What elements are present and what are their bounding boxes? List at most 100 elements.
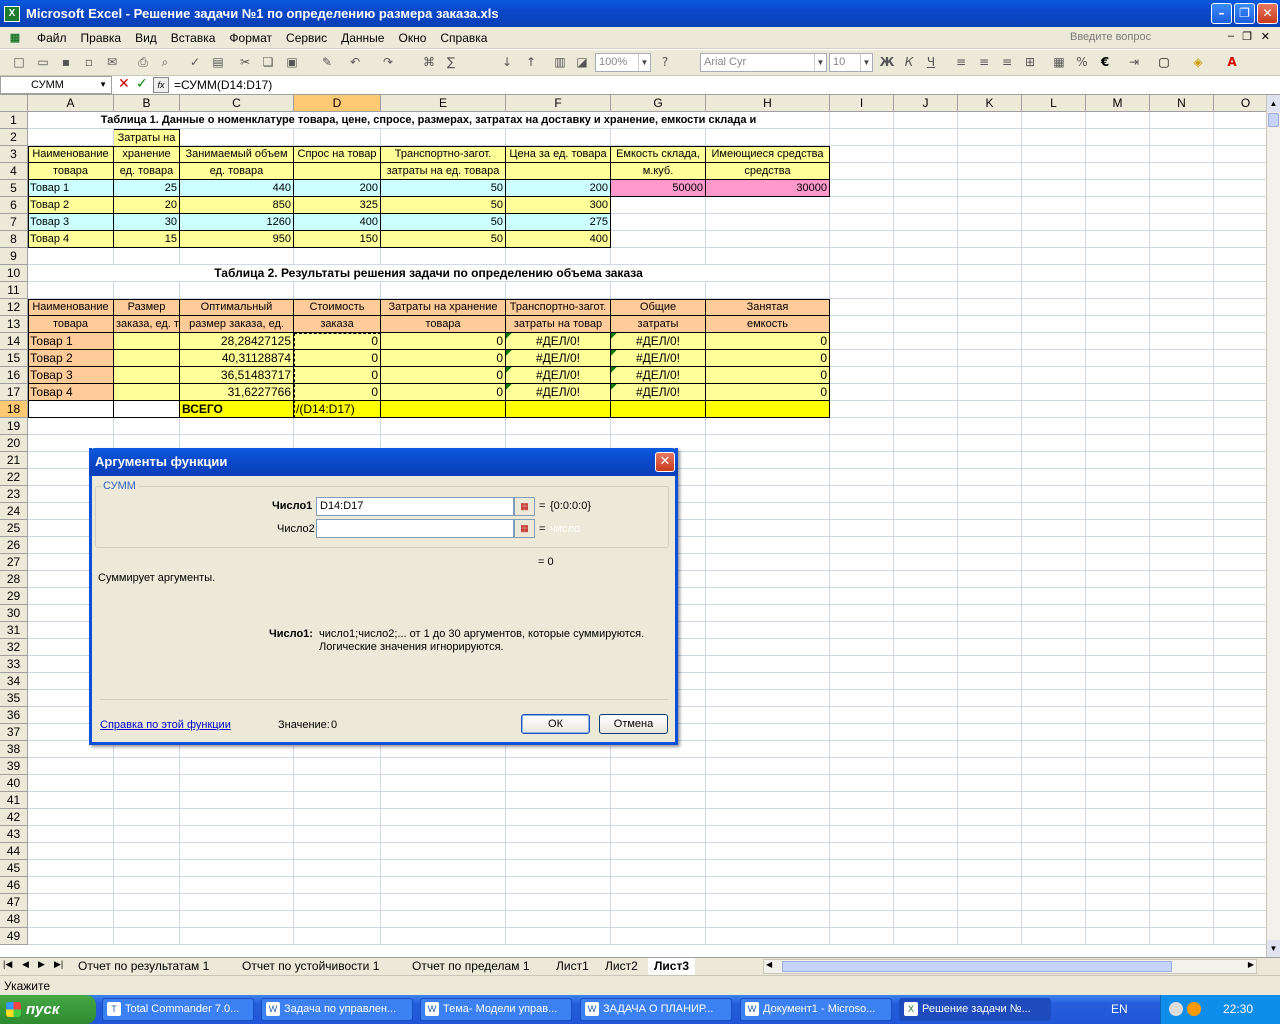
cell[interactable] [114, 333, 180, 350]
cell[interactable] [830, 605, 894, 622]
cell[interactable] [1086, 690, 1150, 707]
cell[interactable] [958, 554, 1022, 571]
cell[interactable] [1214, 401, 1266, 418]
cell[interactable]: Занимаемый объем [180, 146, 294, 163]
cell[interactable] [28, 843, 114, 860]
cell[interactable] [381, 401, 506, 418]
cell[interactable]: 200 [294, 180, 381, 197]
cell[interactable] [1022, 231, 1086, 248]
cell[interactable] [611, 231, 706, 248]
cell[interactable] [1086, 248, 1150, 265]
cell[interactable] [1022, 180, 1086, 197]
cell[interactable] [180, 758, 294, 775]
merge-icon[interactable]: ⊞ [1021, 54, 1039, 71]
cell[interactable] [706, 809, 830, 826]
row-header[interactable]: 9 [0, 248, 28, 265]
cell[interactable] [958, 282, 1022, 299]
cell[interactable] [830, 826, 894, 843]
drawing-icon[interactable]: ◪ [573, 54, 591, 71]
row-header[interactable]: 4 [0, 163, 28, 180]
row-header[interactable]: 1 [0, 112, 28, 129]
doc-restore-icon[interactable]: ❐ [1242, 30, 1252, 43]
spelling-icon[interactable]: ✓ [186, 54, 204, 71]
cell[interactable] [958, 809, 1022, 826]
cell[interactable]: #ДЕЛ/0! [611, 384, 706, 401]
cell[interactable] [1150, 401, 1214, 418]
cell[interactable] [28, 928, 114, 945]
cell[interactable] [180, 877, 294, 894]
cell[interactable] [381, 860, 506, 877]
cell[interactable] [294, 163, 381, 180]
row-header[interactable]: 32 [0, 639, 28, 656]
cell[interactable] [830, 452, 894, 469]
cell[interactable] [894, 792, 958, 809]
cell[interactable] [706, 503, 830, 520]
cell[interactable] [894, 826, 958, 843]
cell[interactable] [1086, 282, 1150, 299]
cell[interactable] [958, 894, 1022, 911]
cell[interactable]: 0 [294, 350, 381, 367]
cell[interactable] [294, 877, 381, 894]
cell[interactable] [1214, 469, 1266, 486]
cell[interactable]: 0 [706, 350, 830, 367]
cell[interactable] [381, 282, 506, 299]
cell[interactable] [830, 214, 894, 231]
cell[interactable] [1022, 384, 1086, 401]
cell[interactable] [830, 503, 894, 520]
scroll-down-icon[interactable]: ▼ [1267, 940, 1280, 957]
cell[interactable] [611, 214, 706, 231]
cell[interactable] [1022, 775, 1086, 792]
cell[interactable] [1022, 656, 1086, 673]
cell[interactable] [1150, 384, 1214, 401]
cell[interactable] [830, 639, 894, 656]
first-sheet-icon[interactable]: |◀ [3, 959, 12, 970]
cell[interactable] [381, 809, 506, 826]
cell[interactable] [1086, 486, 1150, 503]
cell[interactable] [1150, 503, 1214, 520]
cell[interactable] [894, 843, 958, 860]
cell[interactable] [611, 129, 706, 146]
menu-view[interactable]: Вид [128, 31, 164, 45]
cell[interactable] [294, 282, 381, 299]
open-icon[interactable]: ▭ [34, 54, 52, 71]
cell[interactable] [830, 180, 894, 197]
cell[interactable]: 150 [294, 231, 381, 248]
cell[interactable] [1086, 605, 1150, 622]
cell[interactable] [1150, 877, 1214, 894]
cell[interactable] [1022, 792, 1086, 809]
cell[interactable]: заказа, ед. товара [114, 316, 180, 333]
cell[interactable] [1086, 197, 1150, 214]
cell[interactable] [1022, 894, 1086, 911]
cell[interactable] [830, 316, 894, 333]
cell[interactable] [1022, 316, 1086, 333]
cell[interactable] [1214, 911, 1266, 928]
row-header[interactable]: 22 [0, 469, 28, 486]
column-header[interactable]: O [1214, 95, 1266, 112]
cell[interactable] [1086, 758, 1150, 775]
cell[interactable]: #ДЕЛ/0! [506, 367, 611, 384]
menu-file[interactable]: Файл [30, 31, 74, 45]
cell[interactable] [894, 537, 958, 554]
cell[interactable] [1086, 180, 1150, 197]
cell[interactable] [1150, 469, 1214, 486]
cell[interactable] [1022, 605, 1086, 622]
row-header[interactable]: 23 [0, 486, 28, 503]
cell[interactable] [958, 639, 1022, 656]
cell[interactable] [294, 826, 381, 843]
cell[interactable] [611, 877, 706, 894]
cell[interactable] [830, 435, 894, 452]
row-header[interactable]: 6 [0, 197, 28, 214]
cell[interactable] [1086, 214, 1150, 231]
cell[interactable] [1214, 129, 1266, 146]
cell[interactable] [294, 843, 381, 860]
cell[interactable] [830, 248, 894, 265]
row-header[interactable]: 37 [0, 724, 28, 741]
cell[interactable] [830, 469, 894, 486]
cell[interactable] [1214, 741, 1266, 758]
cell[interactable] [294, 860, 381, 877]
taskbar-item[interactable]: W Задача по управлен... [261, 998, 413, 1021]
cell[interactable] [1214, 860, 1266, 877]
taskbar-item[interactable]: T Total Commander 7.0... [102, 998, 254, 1021]
cell[interactable] [958, 911, 1022, 928]
cell[interactable] [1150, 435, 1214, 452]
